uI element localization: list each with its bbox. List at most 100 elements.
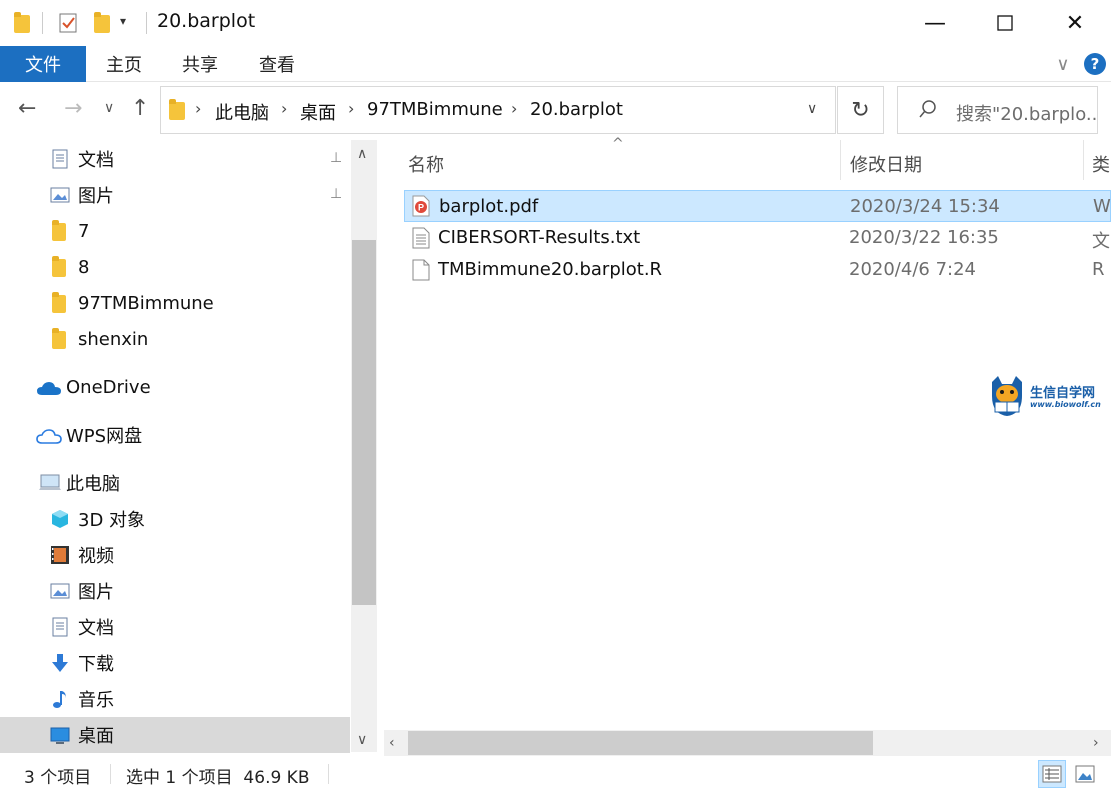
breadcrumb-separator[interactable]: › (195, 99, 201, 118)
maximize-icon (997, 15, 1013, 31)
nav-item-this-pc[interactable]: 此电脑 (0, 465, 350, 501)
nav-item-97tmbimmune[interactable]: 97TMBimmune (0, 285, 350, 321)
breadcrumb-desktop[interactable]: 桌面 (300, 99, 336, 125)
new-folder-icon[interactable] (94, 12, 110, 33)
address-bar[interactable]: › 此电脑 › 桌面 › 97TMBimmune › 20.barplot ∨ (160, 86, 836, 134)
scroll-up-icon[interactable]: ∧ (357, 146, 367, 162)
nav-item-label: 8 (78, 256, 90, 278)
music-icon (53, 691, 66, 708)
status-divider (110, 764, 111, 784)
nav-item-3d-objects[interactable]: 3D 对象 (0, 501, 350, 537)
file-row[interactable]: TMBimmune20.barplot.R 2020/4/6 7:24 R (404, 254, 1111, 286)
breadcrumb-this-pc[interactable]: 此电脑 (215, 99, 269, 125)
scroll-right-icon[interactable]: › (1093, 735, 1099, 751)
help-button[interactable]: ? (1082, 46, 1108, 82)
customize-quick-access-icon[interactable]: ▾ (120, 14, 140, 34)
breadcrumb-20-barplot[interactable]: 20.barplot (530, 99, 623, 120)
nav-item-documents[interactable]: 文档 ⊥ (0, 141, 350, 177)
nav-item-videos[interactable]: 视频 (0, 537, 350, 573)
nav-item-pictures-pc[interactable]: 图片 (0, 573, 350, 609)
nav-item-label: 此电脑 (66, 474, 120, 495)
folder-icon (52, 220, 66, 241)
column-header-date-modified[interactable]: 修改日期 (850, 151, 922, 177)
expand-ribbon-button[interactable]: ∨ (1050, 46, 1076, 82)
breadcrumb-separator[interactable]: › (281, 99, 287, 118)
nav-item-label: shenxin (78, 328, 149, 350)
ribbon: 文件 主页 共享 查看 ∨ ? (0, 46, 1111, 82)
watermark-url: www.biowolf.cn (1030, 400, 1101, 409)
breadcrumb-separator[interactable]: › (511, 99, 517, 118)
folder-icon (52, 256, 66, 277)
up-button[interactable]: ↑ (131, 96, 149, 121)
title-bar: ▾ 20.barplot — ✕ (0, 0, 1111, 46)
breadcrumb-separator[interactable]: › (348, 99, 354, 118)
file-row[interactable]: CIBERSORT-Results.txt 2020/3/22 16:35 文 (404, 222, 1111, 254)
computer-icon (39, 474, 61, 490)
search-input[interactable]: 搜索"20.barplo... (897, 86, 1098, 134)
documents-icon (52, 617, 68, 637)
horizontal-scrollbar-thumb[interactable] (408, 731, 873, 755)
large-icons-view-button[interactable] (1071, 760, 1099, 788)
scroll-left-icon[interactable]: ‹ (389, 735, 395, 751)
nav-item-pictures[interactable]: 图片 ⊥ (0, 177, 350, 213)
close-button[interactable]: ✕ (1040, 0, 1110, 46)
refresh-button[interactable]: ↻ (837, 86, 884, 134)
tab-share[interactable]: 共享 (174, 46, 226, 82)
column-header-type[interactable]: 类 (1092, 151, 1110, 177)
nav-item-downloads[interactable]: 下载 (0, 645, 350, 681)
nav-item-label: WPS网盘 (66, 426, 143, 447)
tab-view[interactable]: 查看 (251, 46, 303, 82)
watermark-title: 生信自学网 (1030, 386, 1096, 401)
address-dropdown-button[interactable]: ∨ (807, 101, 817, 117)
nav-item-music[interactable]: 音乐 (0, 681, 350, 717)
help-icon: ? (1084, 53, 1106, 75)
column-header-name[interactable]: 名称 (408, 151, 444, 177)
nav-item-label: 7 (78, 220, 90, 242)
column-divider[interactable] (840, 140, 841, 180)
details-view-icon (1042, 765, 1062, 783)
status-bar: 3 个项目 选中 1 个项目 46.9 KB (0, 756, 1111, 792)
file-name: barplot.pdf (439, 196, 539, 217)
nav-item-documents-pc[interactable]: 文档 (0, 609, 350, 645)
details-view-button[interactable] (1038, 760, 1066, 788)
nav-item-wps-cloud[interactable]: WPS网盘 (0, 417, 350, 453)
file-row[interactable]: P barplot.pdf 2020/3/24 15:34 W (404, 190, 1111, 222)
file-name: CIBERSORT-Results.txt (438, 227, 641, 248)
nav-scrollbar-thumb[interactable] (352, 240, 376, 605)
nav-item-label: 97TMBimmune (78, 292, 214, 314)
file-icon (412, 259, 430, 281)
back-button[interactable]: ← (18, 96, 36, 121)
pin-icon[interactable]: ⊥ (330, 186, 342, 202)
recent-locations-button[interactable]: ∨ (104, 100, 114, 116)
nav-item-folder-8[interactable]: 8 (0, 249, 350, 285)
tab-home[interactable]: 主页 (98, 46, 150, 82)
scroll-down-icon[interactable]: ∨ (357, 732, 367, 748)
pin-icon[interactable]: ⊥ (330, 150, 342, 166)
nav-item-shenxin[interactable]: shenxin (0, 321, 350, 357)
separator (146, 12, 147, 34)
text-file-icon (412, 227, 430, 249)
file-date: 2020/3/22 16:35 (849, 227, 999, 248)
file-type: W (1093, 196, 1111, 217)
wolf-logo-icon (992, 376, 1022, 416)
folder-icon (14, 12, 30, 33)
folder-icon (52, 292, 66, 313)
nav-item-desktop[interactable]: 桌面 (0, 717, 350, 753)
pdf-icon: P (412, 195, 430, 217)
item-count: 3 个项目 (24, 768, 92, 788)
nav-item-folder-7[interactable]: 7 (0, 213, 350, 249)
forward-button[interactable]: → (64, 96, 82, 121)
nav-item-label: OneDrive (66, 376, 151, 398)
properties-icon[interactable] (58, 12, 78, 33)
tab-file[interactable]: 文件 (0, 46, 86, 82)
nav-item-onedrive[interactable]: OneDrive (0, 369, 350, 405)
3d-objects-icon (52, 510, 68, 528)
breadcrumb-97tmbimmune[interactable]: 97TMBimmune (367, 99, 503, 120)
navigation-pane: 文档 ⊥ 图片 ⊥ 7 8 97TMBimmune shenxin OneDri… (0, 140, 378, 753)
maximize-button[interactable] (970, 0, 1040, 46)
search-icon (918, 99, 938, 124)
nav-item-label: 下载 (78, 654, 114, 675)
selection-info: 选中 1 个项目 46.9 KB (126, 768, 310, 788)
minimize-button[interactable]: — (900, 0, 970, 46)
column-divider[interactable] (1083, 140, 1084, 180)
